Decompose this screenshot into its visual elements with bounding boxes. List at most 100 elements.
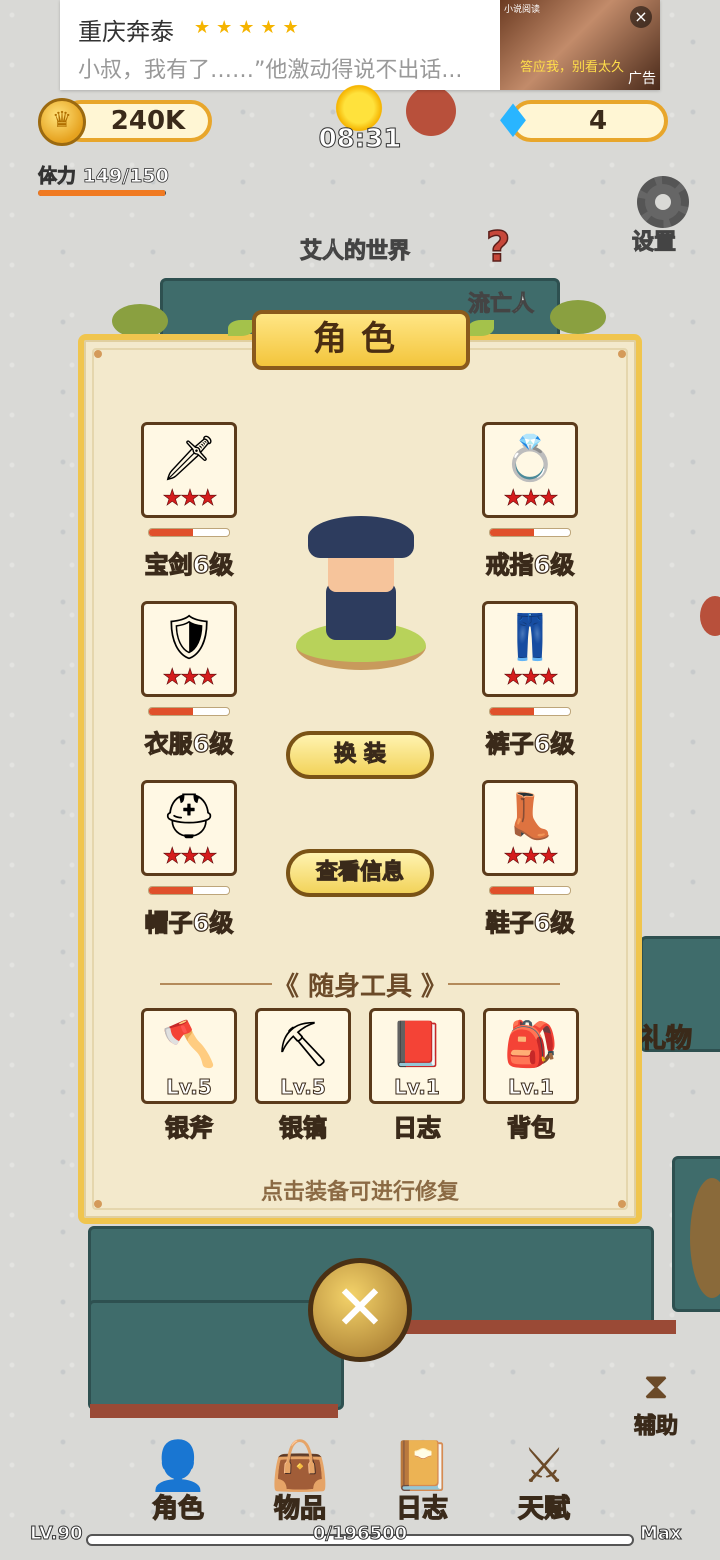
tool-slot-box[interactable]: 🪓 Lv.5 xyxy=(141,1008,237,1104)
durability-bar xyxy=(148,707,230,716)
pants-icon: 👖 xyxy=(502,612,558,663)
leaf-decoration xyxy=(468,320,494,336)
tool-level: Lv.5 xyxy=(166,1075,213,1100)
durability-fill xyxy=(490,529,534,536)
leaf-decoration xyxy=(228,320,254,336)
equip-slot-armor[interactable]: 🛡 ★★★ 衣服6级 xyxy=(141,601,237,759)
tool-slot-backpack[interactable]: 🎒 Lv.1 背包 xyxy=(483,1008,579,1143)
tool-slot-axe[interactable]: 🪓 Lv.5 银斧 xyxy=(141,1008,237,1143)
nav-character[interactable]: 👤 角色 xyxy=(130,1436,226,1525)
gift-label[interactable]: 礼物 xyxy=(639,1018,692,1055)
equip-label: 戒指6级 xyxy=(485,550,575,579)
tools-header: 《 随身工具 》 xyxy=(152,966,568,1003)
durability-fill xyxy=(149,887,193,894)
settings-button[interactable]: 设置 xyxy=(630,176,696,256)
equip-slot-ring[interactable]: 💍 ★★★ 戒指6级 xyxy=(482,422,578,580)
ad-rating-stars: ★★★★★ xyxy=(194,17,305,38)
nav-label: 日志 xyxy=(395,1493,448,1524)
bush xyxy=(112,304,168,338)
world-location-label[interactable]: 艾人的世界 xyxy=(299,233,410,265)
equip-slot-box[interactable]: 👢 ★★★ xyxy=(482,780,578,876)
equip-slot-box[interactable]: 💍 ★★★ xyxy=(482,422,578,518)
equip-label: 帽子6级 xyxy=(144,908,234,937)
durability-bar xyxy=(489,528,571,537)
tool-slot-box[interactable]: 🎒 Lv.1 xyxy=(483,1008,579,1104)
repair-hint: 点击装备可进行修复 xyxy=(260,1180,459,1205)
captain-hat-icon xyxy=(308,516,414,558)
sword-icon: 🗡 xyxy=(161,433,217,484)
tool-level: Lv.1 xyxy=(508,1075,555,1100)
assist-label: 辅助 xyxy=(633,1414,678,1440)
player-level: LV.90 xyxy=(30,1523,83,1545)
crown-coin-icon: ♛ xyxy=(38,98,86,146)
star-rating: ★★★ xyxy=(162,844,218,870)
equip-label: 衣服6级 xyxy=(144,729,234,758)
change-outfit-button[interactable]: 换 装 xyxy=(286,731,434,779)
durability-bar xyxy=(489,886,571,895)
hourglass-icon: ⧗ xyxy=(643,1366,669,1407)
xp-max-label: Max xyxy=(640,1523,683,1545)
panel-title: 角色 xyxy=(252,310,470,370)
book-icon: 📔 xyxy=(392,1438,452,1494)
axe-icon: 🪓 xyxy=(161,1019,217,1070)
character-avatar xyxy=(296,512,426,672)
gear-icon xyxy=(637,176,689,228)
star-rating: ★★★ xyxy=(503,486,559,512)
nav-items[interactable]: 👜 物品 xyxy=(252,1436,348,1525)
view-info-button[interactable]: 查看信息 xyxy=(286,849,434,897)
equip-slot-box[interactable]: 👖 ★★★ xyxy=(482,601,578,697)
tree xyxy=(406,86,456,136)
star-rating: ★★★ xyxy=(503,665,559,691)
equip-slot-box[interactable]: 🗡 ★★★ xyxy=(141,422,237,518)
durability-fill xyxy=(490,708,534,715)
durability-bar xyxy=(489,707,571,716)
corner-dot xyxy=(618,350,626,358)
ad-banner[interactable]: 重庆奔泰 ★★★★★ 小叔，我有了……”他激动得说不出话... 小说阅读 答应我… xyxy=(60,0,660,90)
assist-button[interactable]: ⧗ 辅助 xyxy=(628,1366,684,1440)
diamond-icon: ♦ xyxy=(492,94,534,148)
equip-slot-sword[interactable]: 🗡 ★★★ 宝剑6级 xyxy=(141,422,237,580)
tool-label: 银斧 xyxy=(164,1113,213,1142)
game-clock: 08:31 xyxy=(318,124,402,155)
tool-slot-box[interactable]: 📕 Lv.1 xyxy=(369,1008,465,1104)
wings-icon: ⚔ xyxy=(522,1438,566,1494)
gem-amount: 4 xyxy=(588,106,608,136)
backpack-icon: 🎒 xyxy=(503,1019,559,1070)
ad-close-icon[interactable]: × xyxy=(630,6,652,28)
star-rating: ★★★ xyxy=(503,844,559,870)
ad-title: 重庆奔泰 xyxy=(78,18,174,46)
equip-slot-helmet[interactable]: ⛑ ★★★ 帽子6级 xyxy=(141,780,237,938)
exile-location-label[interactable]: 流亡人 xyxy=(467,286,534,318)
durability-bar xyxy=(148,528,230,537)
corner-dot xyxy=(94,350,102,358)
nav-label: 角色 xyxy=(151,1493,204,1524)
equip-label: 裤子6级 xyxy=(485,729,575,758)
equip-label: 宝剑6级 xyxy=(144,550,234,579)
gold-amount: 240K xyxy=(110,106,186,136)
equip-slot-box[interactable]: ⛑ ★★★ xyxy=(141,780,237,876)
star-rating: ★★★ xyxy=(162,665,218,691)
boot-icon: 👢 xyxy=(502,791,558,842)
ad-tag: 广告 xyxy=(628,71,656,87)
tool-slot-pickaxe[interactable]: ⛏ Lv.5 银镐 xyxy=(255,1008,351,1143)
nav-label: 物品 xyxy=(273,1493,326,1524)
close-panel-button[interactable]: ✕ xyxy=(308,1258,412,1362)
durability-bar xyxy=(148,886,230,895)
equip-label: 鞋子6级 xyxy=(485,908,575,937)
tool-slot-journal[interactable]: 📕 Lv.1 日志 xyxy=(369,1008,465,1143)
equip-slot-boots[interactable]: 👢 ★★★ 鞋子6级 xyxy=(482,780,578,938)
equip-slot-box[interactable]: 🛡 ★★★ xyxy=(141,601,237,697)
ad-image[interactable]: 小说阅读 答应我，别看太久 × 广告 xyxy=(500,0,660,90)
question-mark-icon[interactable]: ? xyxy=(485,221,511,272)
cliff-edge xyxy=(90,1404,338,1418)
star-rating: ★★★ xyxy=(162,486,218,512)
ad-image-caption: 答应我，别看太久 xyxy=(520,60,625,75)
nav-talent[interactable]: ⚔ 天赋 xyxy=(496,1436,592,1525)
character-icon: 👤 xyxy=(148,1438,208,1494)
tool-slot-box[interactable]: ⛏ Lv.5 xyxy=(255,1008,351,1104)
equip-slot-pants[interactable]: 👖 ★★★ 裤子6级 xyxy=(482,601,578,759)
tool-label: 银镐 xyxy=(278,1113,327,1142)
pickaxe-icon: ⛏ xyxy=(275,1019,331,1070)
nav-label: 天赋 xyxy=(517,1493,570,1524)
nav-journal[interactable]: 📔 日志 xyxy=(374,1436,470,1525)
